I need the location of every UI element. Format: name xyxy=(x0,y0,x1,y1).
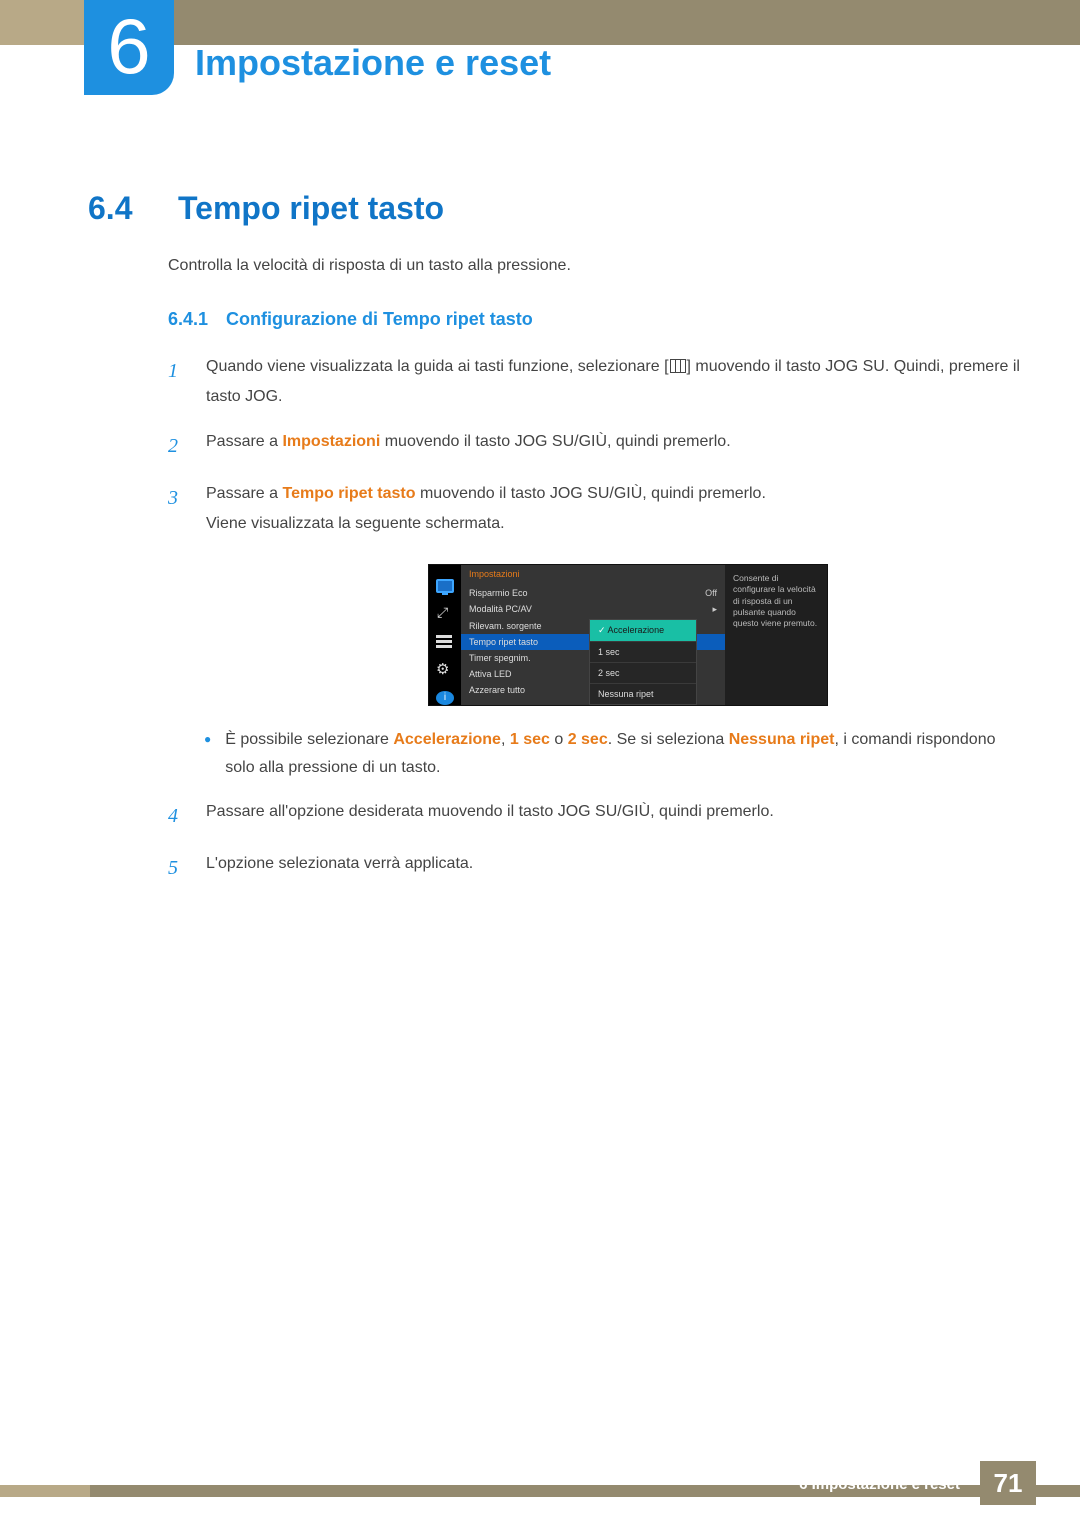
section-heading: 6.4 Tempo ripet tasto xyxy=(88,190,1020,227)
step-2: 2 Passare a Impostazioni muovendo il tas… xyxy=(168,427,1020,465)
monitor-icon xyxy=(436,579,454,593)
step-3: 3 Passare a Tempo ripet tasto muovendo i… xyxy=(168,479,1020,540)
osd-item-label: Tempo ripet tasto xyxy=(469,637,538,647)
footer-bar-accent xyxy=(0,1485,90,1497)
osd-item-label: Modalità PC/AV xyxy=(469,604,532,615)
osd-item-label: Azzerare tutto xyxy=(469,685,525,695)
steps-list: 1 Quando viene visualizzata la guida ai … xyxy=(168,352,1020,887)
osd-item-value: Off xyxy=(705,588,717,598)
step-body: Passare all'opzione desiderata muovendo … xyxy=(206,797,1020,835)
page-content: 6.4 Tempo ripet tasto Controlla la veloc… xyxy=(88,190,1020,901)
osd-item-value: ▸ xyxy=(712,604,717,615)
osd-submenu: Accelerazione 1 sec 2 sec Nessuna ripet xyxy=(589,619,697,705)
bullet-icon: ● xyxy=(204,726,211,784)
chapter-number-tab: 6 xyxy=(84,0,174,95)
bullet-text: È possibile selezionare Accelerazione, 1… xyxy=(225,726,1020,784)
step-body: Passare a Tempo ripet tasto muovendo il … xyxy=(206,479,1020,540)
step-text: Quando viene visualizzata la guida ai ta… xyxy=(206,358,669,375)
section-title: Tempo ripet tasto xyxy=(178,190,444,227)
page-number: 71 xyxy=(980,1461,1036,1505)
highlight-term: 1 sec xyxy=(510,731,550,748)
highlight-term: 2 sec xyxy=(568,731,608,748)
section-number: 6.4 xyxy=(88,190,150,227)
step-number: 2 xyxy=(168,427,188,465)
text: È possibile selezionare xyxy=(225,731,393,748)
subsection-title: Configurazione di Tempo ripet tasto xyxy=(226,309,533,330)
osd-header: Impostazioni xyxy=(461,565,725,585)
osd-submenu-item: 1 sec xyxy=(590,641,696,662)
osd-icon-column xyxy=(429,565,461,705)
osd-item: Modalità PC/AV ▸ xyxy=(461,601,725,618)
subsection-number: 6.4.1 xyxy=(168,309,208,330)
page-footer: 6 Impostazione e reset 71 xyxy=(0,1483,1080,1527)
text: , xyxy=(501,731,510,748)
step-text: muovendo il tasto JOG SU/GIÙ, quindi pre… xyxy=(416,485,766,502)
gear-icon xyxy=(436,663,454,677)
step-number: 1 xyxy=(168,352,188,413)
step-text: muovendo il tasto JOG SU/GIÙ, quindi pre… xyxy=(380,433,730,450)
osd-screenshot: Impostazioni Risparmio Eco Off Modalità P… xyxy=(428,564,1020,706)
step-text: Passare a xyxy=(206,433,282,450)
highlight-term: Impostazioni xyxy=(282,433,380,450)
osd-item-label: Rilevam. sorgente xyxy=(469,621,542,631)
step-body: Passare a Impostazioni muovendo il tasto… xyxy=(206,427,1020,465)
list-icon xyxy=(436,635,454,649)
osd-main-column: Impostazioni Risparmio Eco Off Modalità P… xyxy=(461,565,725,705)
step-number: 3 xyxy=(168,479,188,540)
step-number: 4 xyxy=(168,797,188,835)
step-1: 1 Quando viene visualizzata la guida ai … xyxy=(168,352,1020,413)
osd-item-label: Risparmio Eco xyxy=(469,588,528,598)
section-intro: Controlla la velocità di risposta di un … xyxy=(168,257,1020,275)
arrows-icon xyxy=(436,607,454,621)
step-number: 5 xyxy=(168,849,188,887)
osd-submenu-item-selected: Accelerazione xyxy=(590,620,696,641)
header-bar-accent xyxy=(0,0,90,45)
text: o xyxy=(550,731,568,748)
highlight-term: Nessuna ripet xyxy=(729,731,835,748)
step-4: 4 Passare all'opzione desiderata muovend… xyxy=(168,797,1020,835)
osd-panel: Impostazioni Risparmio Eco Off Modalità P… xyxy=(428,564,828,706)
highlight-term: Tempo ripet tasto xyxy=(282,485,415,502)
step-5: 5 L'opzione selezionata verrà applicata. xyxy=(168,849,1020,887)
bullet-note: ● È possibile selezionare Accelerazione,… xyxy=(204,726,1020,784)
osd-description: Consente di configurare la velocità di r… xyxy=(725,565,827,705)
menu-icon xyxy=(670,359,686,373)
subsection-heading: 6.4.1 Configurazione di Tempo ripet tast… xyxy=(168,309,1020,330)
osd-item-label: Timer spegnim. xyxy=(469,653,531,663)
osd-item-label: Attiva LED xyxy=(469,669,512,679)
step-text: Passare a xyxy=(206,485,282,502)
osd-item: Risparmio Eco Off xyxy=(461,585,725,601)
chapter-title: Impostazione e reset xyxy=(195,42,551,84)
highlight-term: Accelerazione xyxy=(393,731,501,748)
info-icon xyxy=(436,691,454,705)
footer-chapter-label: 6 Impostazione e reset xyxy=(799,1476,960,1493)
osd-submenu-item: 2 sec xyxy=(590,662,696,683)
osd-submenu-item: Nessuna ripet xyxy=(590,683,696,704)
step-body: Quando viene visualizzata la guida ai ta… xyxy=(206,352,1020,413)
step-body: L'opzione selezionata verrà applicata. xyxy=(206,849,1020,887)
text: . Se si seleziona xyxy=(608,731,729,748)
step-text: Viene visualizzata la seguente schermata… xyxy=(206,509,1020,539)
